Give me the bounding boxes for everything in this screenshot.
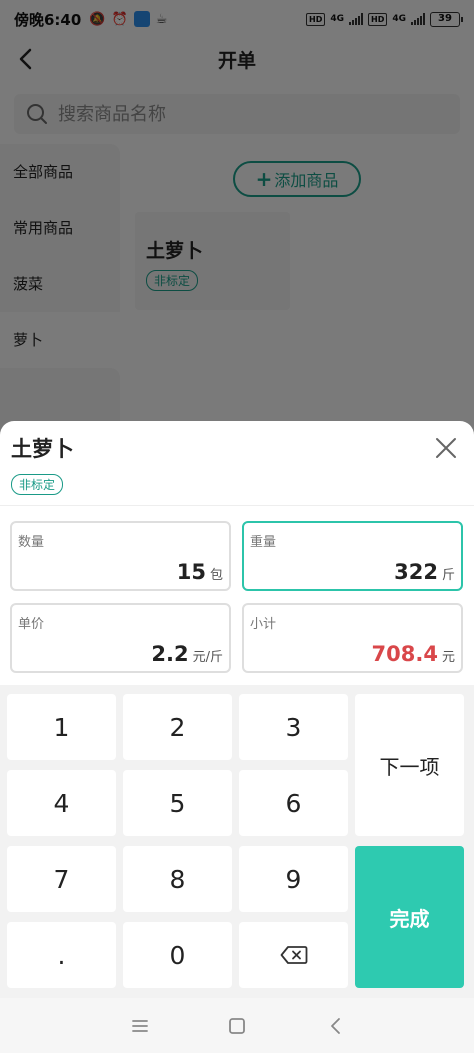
sheet-tag: 非标定 [11,474,64,495]
subtotal-unit: 元 [441,650,455,665]
quantity-field[interactable]: 数量 15 包 [10,521,231,591]
weight-value-wrap: 322 斤 [394,560,455,584]
quantity-value-wrap: 15 包 [177,560,223,584]
key-5[interactable]: 5 [123,770,232,836]
key-8[interactable]: 8 [123,846,232,912]
key-9[interactable]: 9 [239,846,348,912]
unit-price-value: 2.2 [151,642,189,666]
key-dot[interactable]: . [7,922,116,988]
sheet-title: 土萝卜 [11,437,74,461]
done-button[interactable]: 完成 [355,846,464,988]
back-nav-icon[interactable] [324,1014,348,1038]
close-icon[interactable] [434,436,458,460]
numeric-keypad: 1 2 3 4 5 6 7 8 9 . 0 下一项 完成 [0,685,474,998]
key-1[interactable]: 1 [7,694,116,760]
key-0[interactable]: 0 [123,922,232,988]
key-4[interactable]: 4 [7,770,116,836]
weight-field[interactable]: 重量 322 斤 [242,521,463,591]
unit-price-unit: 元/斤 [192,650,223,665]
system-nav-bar [0,998,474,1053]
subtotal-field[interactable]: 小计 708.4 元 [242,603,463,673]
key-6[interactable]: 6 [239,770,348,836]
menu-icon[interactable] [128,1014,152,1038]
unit-price-label: 单价 [18,617,45,632]
divider [0,505,474,506]
unit-price-value-wrap: 2.2 元/斤 [151,642,223,666]
quantity-value: 15 [176,560,206,584]
next-item-button[interactable]: 下一项 [355,694,464,836]
home-icon[interactable] [225,1014,249,1038]
subtotal-value-wrap: 708.4 元 [372,642,455,666]
weight-value: 322 [394,560,438,584]
quantity-label: 数量 [18,535,45,550]
unit-price-field[interactable]: 单价 2.2 元/斤 [10,603,231,673]
weight-unit: 斤 [441,568,455,583]
weight-label: 重量 [250,535,277,550]
backspace-icon [280,946,307,964]
key-3[interactable]: 3 [239,694,348,760]
subtotal-label: 小计 [250,617,277,632]
quantity-unit: 包 [209,568,223,583]
subtotal-value: 708.4 [371,642,438,666]
key-7[interactable]: 7 [7,846,116,912]
backspace-key[interactable] [239,922,348,988]
key-2[interactable]: 2 [123,694,232,760]
